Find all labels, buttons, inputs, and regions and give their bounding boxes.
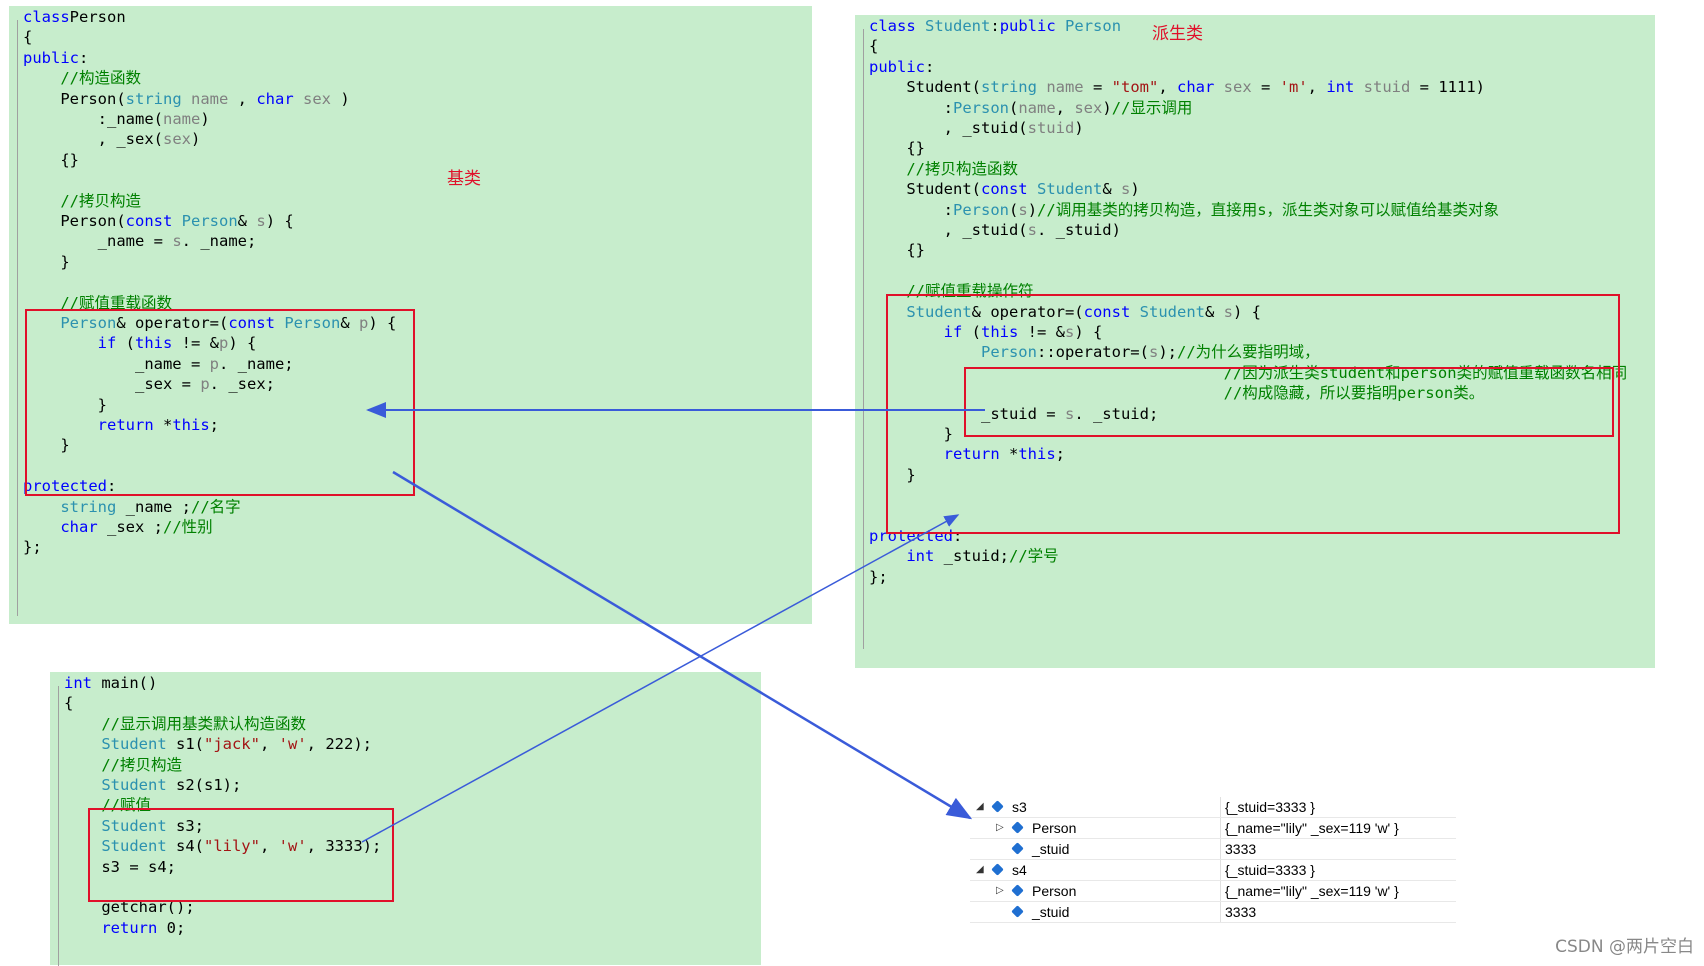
call-flow-arrows (361, 402, 985, 843)
arrow-main-assignment-to-student-operator (361, 514, 960, 843)
arrow-person-operator-to-s3 (392, 470, 973, 820)
watermark: CSDN @两片空白 (1555, 937, 1694, 957)
